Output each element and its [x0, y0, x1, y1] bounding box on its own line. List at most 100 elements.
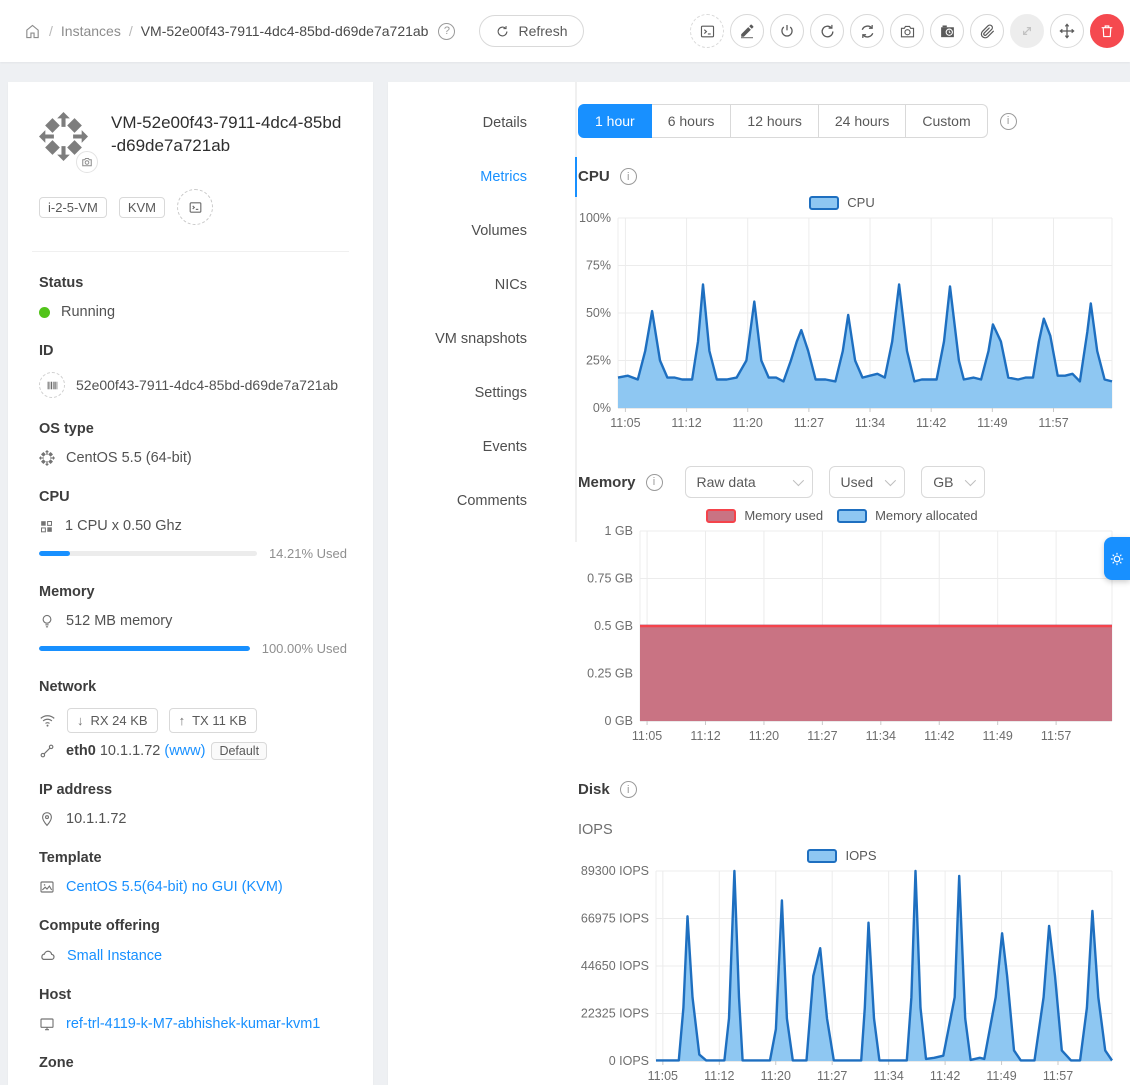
bulb-icon: [39, 613, 55, 629]
cpu-info-icon[interactable]: i: [620, 168, 637, 185]
barcode-icon: [39, 372, 65, 398]
refresh-button[interactable]: Refresh: [479, 15, 583, 47]
memory-unit-select[interactable]: GB: [921, 466, 985, 498]
range-custom[interactable]: Custom: [906, 104, 987, 138]
ip-value: 10.1.1.72: [66, 811, 126, 827]
svg-text:0 IOPS: 0 IOPS: [609, 1054, 649, 1068]
legend-item[interactable]: IOPS: [807, 848, 876, 863]
memory-progress-fill: [39, 646, 250, 651]
range-6-hours[interactable]: 6 hours: [652, 104, 732, 138]
edit-button[interactable]: [730, 14, 764, 48]
nic-name: eth0: [66, 743, 96, 759]
help-icon[interactable]: ?: [438, 23, 455, 40]
map-pin-icon: [39, 811, 55, 827]
cpu-section: CPU 1 CPU x 0.50 Ghz 14.21% Used: [39, 489, 347, 561]
svg-text:0.5 GB: 0.5 GB: [594, 619, 633, 633]
svg-text:11:05: 11:05: [648, 1069, 678, 1083]
host-section: Host ref-trl-4119-k-M7-abhishek-kumar-kv…: [39, 987, 347, 1032]
svg-text:11:27: 11:27: [817, 1069, 847, 1083]
svg-text:11:42: 11:42: [924, 729, 954, 743]
vm-thumbnail-camera-icon[interactable]: [76, 151, 98, 173]
power-icon: [779, 23, 795, 39]
tx-button[interactable]: ↑ TX 11 KB: [169, 708, 257, 733]
range-24-hours[interactable]: 24 hours: [819, 104, 906, 138]
snapshot-button[interactable]: [890, 14, 924, 48]
memory-used-label: 100.00% Used: [262, 641, 347, 656]
nic-default-badge: Default: [211, 742, 267, 760]
scale-vm-button[interactable]: [1010, 14, 1044, 48]
gear-icon: [1109, 551, 1125, 567]
sync-icon: [859, 23, 876, 40]
breadcrumb: / Instances / VM-52e00f43-7911-4dc4-85bd…: [24, 15, 584, 47]
tab-comments[interactable]: Comments: [388, 474, 575, 528]
svg-text:11:05: 11:05: [610, 416, 640, 430]
centos-icon: [39, 450, 55, 466]
migrate-button[interactable]: [1050, 14, 1084, 48]
breadcrumb-instances[interactable]: Instances: [61, 23, 121, 39]
rx-button[interactable]: ↓ RX 24 KB: [67, 708, 158, 733]
console-chip-button[interactable]: [177, 189, 213, 225]
time-range-row: 1 hour 6 hours 12 hours 24 hours Custom …: [578, 104, 1106, 138]
tab-metrics[interactable]: Metrics: [388, 150, 575, 204]
svg-text:44650 IOPS: 44650 IOPS: [581, 959, 649, 973]
tab-volumes[interactable]: Volumes: [388, 204, 575, 258]
svg-text:0 GB: 0 GB: [605, 714, 634, 728]
legend-item[interactable]: CPU: [809, 195, 874, 210]
refresh-icon: [495, 24, 510, 39]
svg-text:0.75 GB: 0.75 GB: [587, 572, 633, 586]
tab-details[interactable]: Details: [388, 96, 575, 150]
host-link[interactable]: ref-trl-4119-k-M7-abhishek-kumar-kvm1: [66, 1016, 320, 1032]
settings-drawer-button[interactable]: [1104, 537, 1130, 580]
svg-text:11:20: 11:20: [761, 1069, 791, 1083]
memory-info-icon[interactable]: i: [646, 474, 663, 491]
vm-info-card: VM-52e00f43-7911-4dc4-85bd-d69de7a721ab …: [8, 82, 373, 1085]
edit-icon: [739, 23, 755, 39]
status-dot: [39, 307, 50, 318]
console-icon: [188, 200, 203, 215]
chevron-down-icon: [792, 475, 803, 486]
compute-offering-section: Compute offering Small Instance: [39, 918, 347, 964]
home-icon[interactable]: [24, 23, 41, 40]
cpu-value: 1 CPU x 0.50 Ghz: [65, 518, 182, 534]
range-12-hours[interactable]: 12 hours: [731, 104, 818, 138]
memory-section: Memory 512 MB memory 100.00% Used: [39, 584, 347, 656]
compute-offering-link[interactable]: Small Instance: [67, 948, 162, 964]
reboot-button[interactable]: [810, 14, 844, 48]
top-header: / Instances / VM-52e00f43-7911-4dc4-85bd…: [0, 0, 1130, 62]
status-label: Status: [39, 275, 347, 291]
cpu-progress-fill: [39, 551, 70, 556]
legend-swatch: [706, 509, 736, 523]
resize-arrows-icon: [1019, 23, 1035, 39]
attach-iso-button[interactable]: [970, 14, 1004, 48]
disk-chart-title: Disk: [578, 781, 610, 798]
tab-nics[interactable]: NICs: [388, 258, 575, 312]
svg-text:89300 IOPS: 89300 IOPS: [581, 864, 649, 878]
legend-swatch: [807, 849, 837, 863]
legend-item[interactable]: Memory allocated: [837, 508, 978, 523]
os-type-value: CentOS 5.5 (64-bit): [66, 450, 192, 466]
disk-info-icon[interactable]: i: [620, 781, 637, 798]
time-range-info-icon[interactable]: i: [1000, 113, 1017, 130]
legend-item[interactable]: Memory used: [706, 508, 823, 523]
vm-title: VM-52e00f43-7911-4dc4-85bd-d69de7a721ab: [111, 112, 343, 161]
svg-text:11:42: 11:42: [930, 1069, 960, 1083]
reinstall-button[interactable]: [850, 14, 884, 48]
zone-section: Zone ref-trl-4119-k-M7-abhishek-kumar: [39, 1055, 347, 1085]
tab-settings[interactable]: Settings: [388, 366, 575, 420]
memory-data-select[interactable]: Raw data: [685, 466, 813, 498]
svg-text:50%: 50%: [586, 306, 611, 320]
range-1-hour[interactable]: 1 hour: [578, 104, 652, 138]
vm-snapshot-button[interactable]: [930, 14, 964, 48]
stop-button[interactable]: [770, 14, 804, 48]
svg-text:11:57: 11:57: [1041, 729, 1071, 743]
tab-events[interactable]: Events: [388, 420, 575, 474]
svg-text:11:49: 11:49: [986, 1069, 1016, 1083]
memory-metric-select[interactable]: Used: [829, 466, 906, 498]
memory-chart-title: Memory: [578, 474, 636, 491]
destroy-button[interactable]: [1090, 14, 1124, 48]
console-button[interactable]: [690, 14, 724, 48]
template-link[interactable]: CentOS 5.5(64-bit) no GUI (KVM): [66, 879, 283, 895]
nic-network-link[interactable]: (www): [164, 743, 205, 759]
tab-vm-snapshots[interactable]: VM snapshots: [388, 312, 575, 366]
svg-text:11:42: 11:42: [916, 416, 946, 430]
